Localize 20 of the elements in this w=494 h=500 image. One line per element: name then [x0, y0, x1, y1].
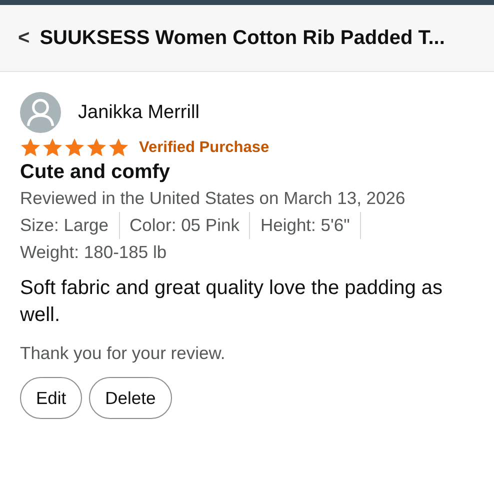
- reviewer-name: Janikka Merrill: [78, 102, 200, 124]
- action-button[interactable]: Delete: [89, 377, 172, 419]
- star-icon: [20, 137, 41, 158]
- product-attribute: Height: 5'6": [260, 212, 361, 239]
- action-button[interactable]: Edit: [20, 377, 82, 419]
- star-icon: [42, 137, 63, 158]
- product-attribute: Color: 05 Pink: [130, 212, 250, 239]
- review-text: Soft fabric and great quality love the padding as well.: [20, 276, 444, 328]
- product-attribute: Weight: 180-185 lb: [20, 241, 167, 264]
- verified-purchase-label: Verified Purchase: [139, 138, 270, 156]
- star-icon: [108, 137, 129, 158]
- star-icon: [64, 137, 85, 158]
- review-title: Cute and comfy: [20, 161, 172, 184]
- review-date: Reviewed in the United States on March 13, 2026: [20, 187, 406, 210]
- star-icon: [86, 137, 107, 158]
- back-button[interactable]: <: [18, 26, 30, 50]
- product-title: SUUKSESS Women Cotton Rib Padded T...: [40, 26, 445, 50]
- thank-you-message: Thank you for your review.: [20, 342, 226, 365]
- avatar-icon: [20, 92, 61, 133]
- product-attribute: Size: Large: [20, 212, 120, 239]
